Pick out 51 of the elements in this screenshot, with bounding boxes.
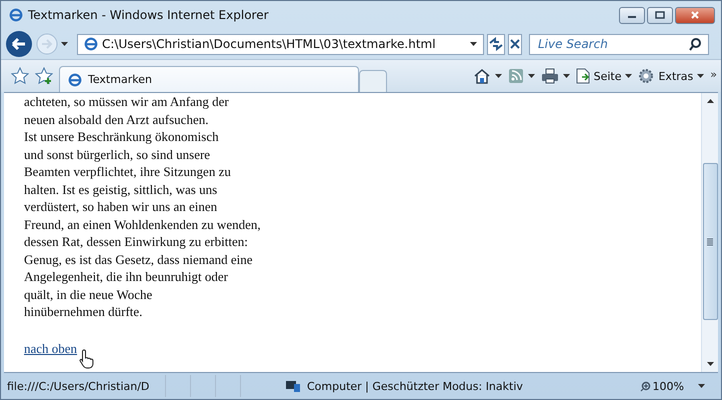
- minimize-button[interactable]: [619, 6, 645, 24]
- print-button[interactable]: [540, 68, 570, 84]
- gear-icon: [638, 68, 654, 84]
- caret-icon: [697, 74, 704, 78]
- maximize-icon: [655, 11, 665, 19]
- caret-icon: [528, 74, 535, 78]
- zoom-button[interactable]: 100%: [640, 380, 684, 392]
- grip-icon: [707, 238, 713, 246]
- refresh-icon: [488, 37, 504, 51]
- feeds-button[interactable]: [508, 68, 535, 84]
- hand-cursor-icon: [79, 348, 96, 368]
- feed-icon: [508, 68, 524, 84]
- home-icon: [472, 68, 491, 84]
- caret-icon[interactable]: [470, 42, 477, 46]
- close-icon: [509, 38, 521, 50]
- printer-icon: [540, 68, 559, 84]
- search-field[interactable]: Live Search: [529, 34, 709, 54]
- scrollbar-thumb[interactable]: [702, 163, 718, 320]
- computer-icon: [285, 380, 301, 392]
- scroll-down-arrow-icon[interactable]: [706, 362, 714, 366]
- address-field[interactable]: C:\Users\Christian\Documents\HTML\03\textmarke.html: [77, 34, 484, 54]
- stop-button[interactable]: [508, 34, 522, 54]
- body-paragraph: achteten, so müssen wir am Anfang der neuen alsobald den Arzt aufsuchen. Ist unsere Beschränkung ökonomisch und sonst bürgerlich, so sind unsere Beamten verpflichtet, ihre Sitzungen zu halten. Ist es geistig, sittlich, was uns verdüstert, so haben wir uns an einen Freund, an einen Wohldenkenden zu wenden, dessen Rat, dessen Einwirkung zu erbitten: Genug, es ist das Gesetz, dass niemand eine Angelegenheit, die ihn beunruhigt oder quält, in die neue Woche hinübernehmen dürfte.: [24, 93, 262, 320]
- caret-icon: [625, 74, 632, 78]
- page-icon: [84, 37, 98, 51]
- refresh-button[interactable]: [487, 34, 505, 54]
- browser-tab[interactable]: Textmarken: [59, 66, 359, 92]
- page-icon: [68, 72, 82, 86]
- close-icon: [690, 11, 700, 19]
- security-zone-text: Computer | Geschützter Modus: Inaktiv: [307, 380, 523, 392]
- close-button[interactable]: [675, 6, 715, 24]
- history-dropdown[interactable]: [61, 42, 68, 46]
- caret-icon: [494, 74, 502, 78]
- status-url: file:///C:/Users/Christian/D: [7, 380, 150, 392]
- maximize-button[interactable]: [647, 6, 673, 24]
- back-to-top-link[interactable]: nach oben: [24, 340, 78, 356]
- home-button[interactable]: [472, 68, 502, 84]
- overflow-chevron[interactable]: »: [710, 68, 717, 81]
- page-icon: [576, 68, 590, 84]
- caret-icon[interactable]: [698, 384, 705, 388]
- tools-menu-button[interactable]: Extras: [638, 68, 704, 84]
- browser-logo-icon: [9, 8, 23, 22]
- add-favorites-icon[interactable]: [35, 67, 53, 85]
- page-menu-button[interactable]: Seite: [576, 68, 632, 84]
- scroll-up-arrow-icon[interactable]: [706, 99, 714, 103]
- magnifier-icon: [640, 380, 651, 392]
- window-title: Textmarken - Windows Internet Explorer: [28, 8, 269, 22]
- favorites-star-icon[interactable]: [11, 67, 29, 85]
- caret-icon: [562, 74, 570, 78]
- search-icon[interactable]: [688, 37, 702, 51]
- back-button[interactable]: [5, 30, 33, 58]
